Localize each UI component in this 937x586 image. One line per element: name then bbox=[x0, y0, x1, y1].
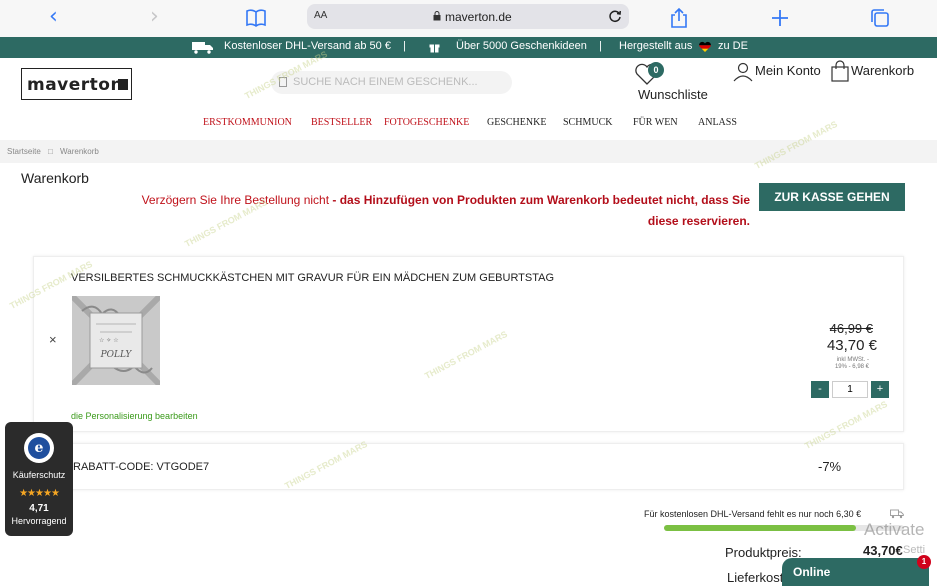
free-shipping-note: Für kostenlosen DHL-Versand fehlt es nur… bbox=[644, 509, 862, 519]
url-text: maverton.de bbox=[445, 10, 512, 24]
browser-toolbar: ‹ › AA maverton.de bbox=[0, 0, 937, 37]
current-price: 43,70 € bbox=[826, 337, 877, 354]
coupon-discount: -7% bbox=[818, 459, 842, 474]
activate-windows-text: Activate bbox=[864, 520, 925, 539]
chat-online-button[interactable]: Online bbox=[782, 558, 929, 586]
reload-icon[interactable] bbox=[607, 8, 623, 24]
rating-stars-icon: ★★★★★ bbox=[19, 488, 60, 499]
breadcrumb-current: Warenkorb bbox=[60, 147, 99, 156]
wishlist-link[interactable]: Wunschliste bbox=[638, 87, 708, 102]
site-logo[interactable]: maverton bbox=[21, 68, 132, 100]
subtotal-value: 43,70€ bbox=[863, 543, 903, 558]
promo-shipping: Kostenloser DHL-Versand ab 50 € bbox=[224, 40, 391, 52]
bookmarks-icon[interactable] bbox=[245, 7, 267, 29]
edit-personalization-link[interactable]: die Personalisierung bearbeiten bbox=[71, 411, 198, 421]
jewelry-box-thumbnail: ☆ ✧ ☆ POLLY bbox=[72, 296, 160, 385]
promo-separator: | bbox=[403, 40, 406, 52]
logo-text: maverton bbox=[27, 75, 124, 95]
coupon-row: RABATT-CODE: VTGODE7 -7% bbox=[68, 443, 904, 490]
account-icon[interactable] bbox=[733, 62, 753, 82]
search-box[interactable] bbox=[271, 71, 512, 94]
address-bar[interactable]: AA maverton.de bbox=[307, 4, 629, 29]
gift-icon bbox=[429, 44, 440, 53]
nav-item-anlass[interactable]: ANLASS bbox=[698, 117, 737, 128]
checkout-button[interactable]: ZUR KASSE GEHEN bbox=[759, 183, 905, 211]
nav-item-erstkommunion[interactable]: ERSTKOMMUNION bbox=[203, 117, 292, 128]
wishlist-count-badge: 0 bbox=[648, 62, 664, 78]
heart-flag-icon bbox=[699, 41, 711, 53]
engraving-name: POLLY bbox=[100, 350, 133, 360]
tabs-icon[interactable] bbox=[869, 7, 891, 29]
new-tab-icon[interactable] bbox=[769, 7, 791, 29]
remove-item-button[interactable]: × bbox=[49, 332, 57, 347]
product-image[interactable]: ☆ ✧ ☆ POLLY bbox=[72, 296, 160, 385]
progress-fill bbox=[664, 525, 856, 531]
nav-item-schmuck[interactable]: SCHMUCK bbox=[563, 117, 612, 128]
urgency-bold-text-2: diese reservieren. bbox=[647, 214, 750, 228]
item-title[interactable]: VERSILBERTES SCHMUCKKÄSTCHEN MIT GRAVUR … bbox=[71, 272, 554, 284]
main-nav: ERSTKOMMUNION BESTSELLER FOTOGESCHENKE G… bbox=[0, 116, 937, 132]
trusted-shops-logo-icon: e bbox=[24, 433, 54, 463]
tax-amount: 19% - 6,98 € bbox=[834, 364, 869, 370]
trust-title: Käuferschutz bbox=[12, 470, 66, 480]
trust-score: 4,71 bbox=[29, 503, 49, 514]
nav-item-bestseller[interactable]: BESTSELLER bbox=[311, 117, 372, 128]
nav-item-fuer-wen[interactable]: FÜR WEN bbox=[633, 117, 678, 128]
delivery-cost-label: Lieferkost bbox=[727, 570, 784, 585]
breadcrumb-home[interactable]: Startseite bbox=[7, 147, 41, 156]
cart-item: VERSILBERTES SCHMUCKKÄSTCHEN MIT GRAVUR … bbox=[33, 256, 904, 432]
nav-item-geschenke[interactable]: GESCHENKE bbox=[487, 117, 546, 128]
text-size-button[interactable]: AA bbox=[314, 10, 327, 21]
logo-gift-icon bbox=[118, 79, 128, 90]
svg-text:☆ ✧ ☆: ☆ ✧ ☆ bbox=[99, 337, 119, 344]
forward-icon[interactable]: › bbox=[150, 6, 159, 28]
tax-note: inkl MWSt. - bbox=[836, 357, 869, 363]
account-link[interactable]: Mein Konto bbox=[755, 63, 821, 78]
truck-icon bbox=[192, 42, 213, 54]
urgency-light-text: Verzögern Sie Ihre Bestellung nicht bbox=[141, 193, 330, 207]
breadcrumb-separator: □ bbox=[48, 147, 53, 156]
search-input[interactable] bbox=[293, 76, 503, 88]
share-icon[interactable] bbox=[668, 7, 690, 29]
old-price: 46,99 € bbox=[829, 321, 873, 336]
coupon-code: RABATT-CODE: VTGODE7 bbox=[73, 461, 210, 473]
cart-bag-icon[interactable] bbox=[830, 60, 850, 82]
page-title: Warenkorb bbox=[21, 170, 89, 186]
promo-made-in: Hergestellt aus bbox=[619, 40, 693, 52]
trusted-shops-badge[interactable]: e Käuferschutz ★★★★★ 4,71 Hervorragend bbox=[5, 422, 73, 536]
quantity-decrease-button[interactable]: - bbox=[811, 381, 829, 398]
promo-de: zu DE bbox=[718, 40, 748, 52]
urgency-bold-text: - das Hinzufügen von Produkten zum Waren… bbox=[332, 193, 750, 207]
lock-icon bbox=[433, 11, 441, 21]
back-icon[interactable]: ‹ bbox=[49, 6, 58, 28]
cart-link[interactable]: Warenkorb bbox=[851, 63, 914, 78]
promo-bar: Kostenloser DHL-Versand ab 50 € | Über 5… bbox=[0, 37, 937, 58]
nav-item-fotogeschenke[interactable]: FOTOGESCHENKE bbox=[384, 117, 469, 128]
promo-gifts: Über 5000 Geschenkideen bbox=[456, 40, 587, 52]
quantity-increase-button[interactable]: + bbox=[871, 381, 889, 398]
delivery-truck-icon bbox=[890, 509, 904, 519]
quantity-input[interactable] bbox=[832, 381, 868, 398]
trust-rating-label: Hervorragend bbox=[11, 516, 67, 526]
promo-separator: | bbox=[599, 40, 602, 52]
chat-unread-badge: 1 bbox=[917, 555, 931, 569]
